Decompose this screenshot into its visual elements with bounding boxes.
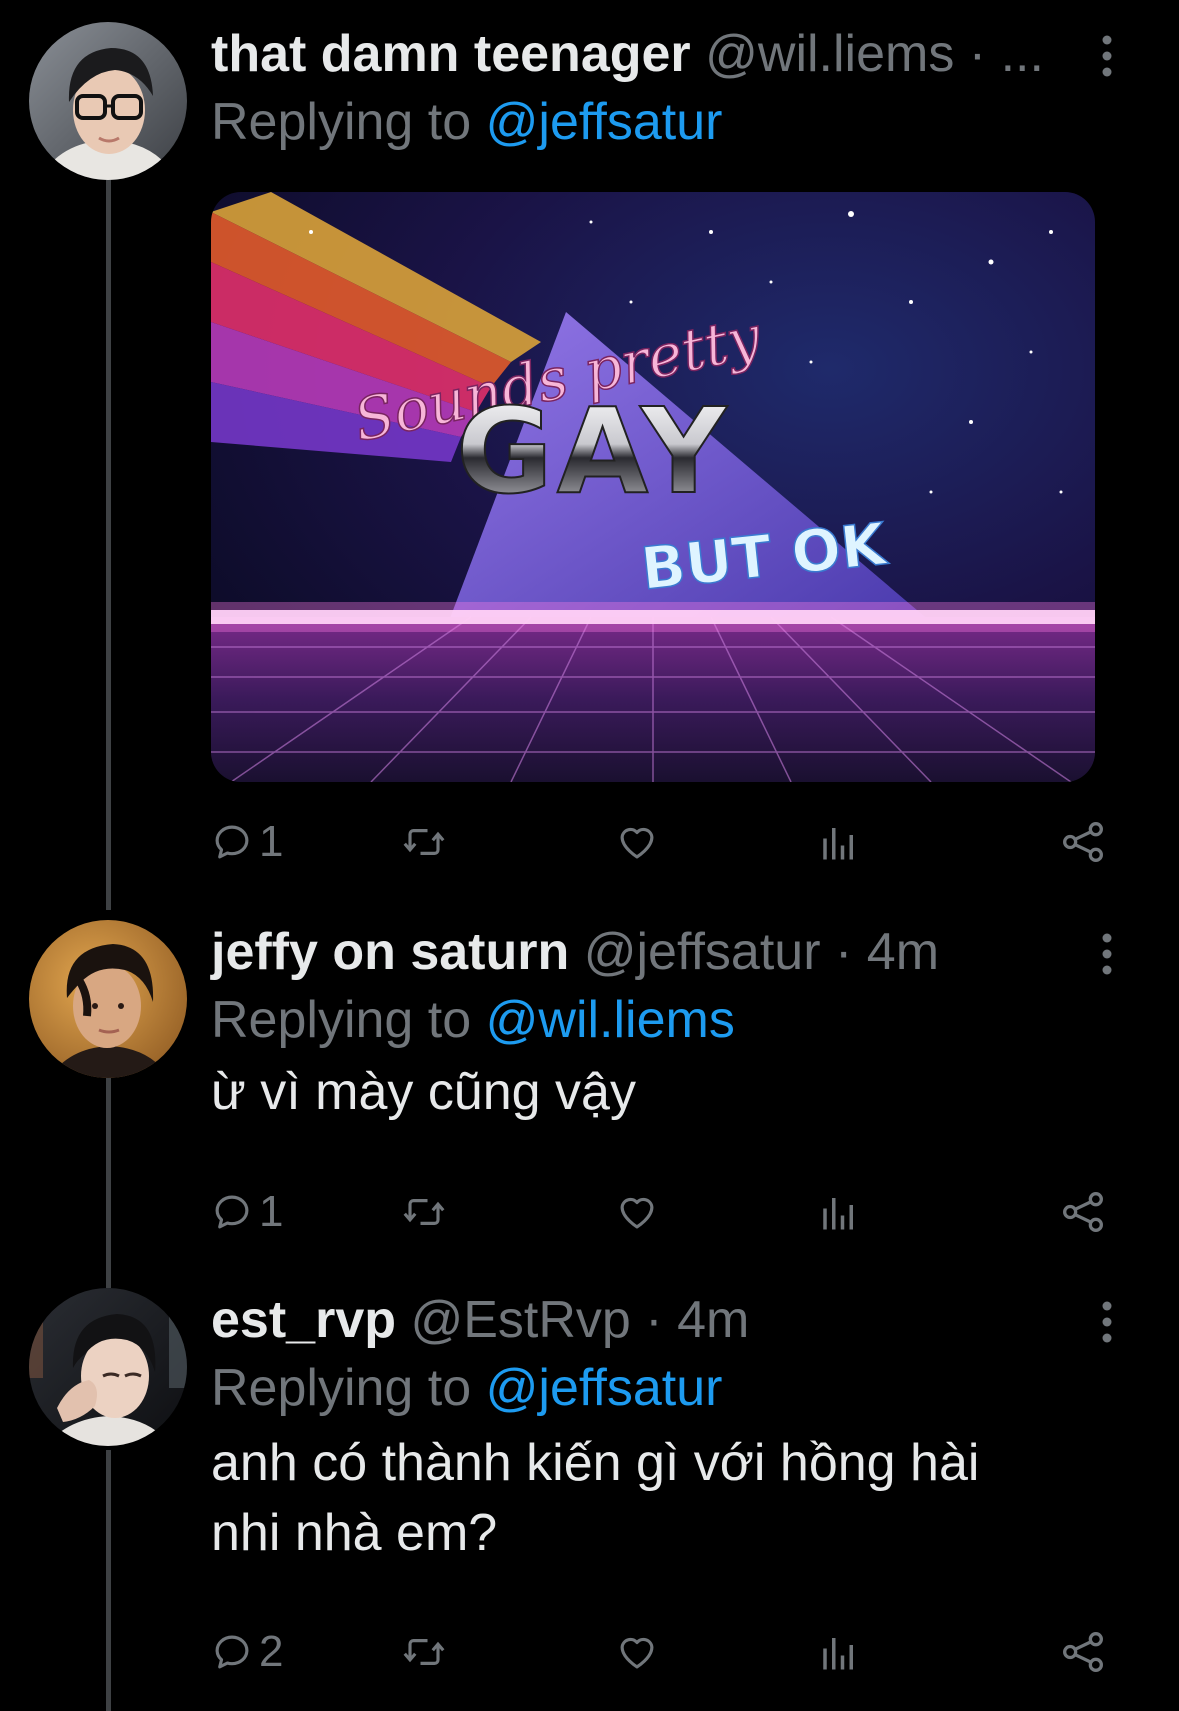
retweet-button[interactable] <box>401 812 447 872</box>
reply-icon <box>215 1635 249 1669</box>
mention-link[interactable]: @jeffsatur <box>486 93 723 151</box>
share-button[interactable] <box>1061 1622 1105 1682</box>
tweet-header: jeffy on saturn @jeffsatur · 4m <box>211 920 939 984</box>
tweet-actions: 2 <box>211 1622 1111 1682</box>
like-button[interactable] <box>615 1622 659 1682</box>
like-button[interactable] <box>615 812 659 872</box>
retweet-icon <box>403 829 445 855</box>
retweet-button[interactable] <box>401 1622 447 1682</box>
tweet-text: anh có thành kiến gì với hồng hài nhi nh… <box>211 1434 980 1562</box>
replying-to: Replying to @jeffsatur <box>211 1356 722 1420</box>
views-icon <box>823 828 853 860</box>
separator-dot: · <box>968 25 987 83</box>
handle[interactable]: @jeffsatur <box>584 923 821 981</box>
replying-prefix: Replying to <box>211 93 472 151</box>
share-icon <box>1063 1192 1103 1232</box>
tweet-actions: 1 <box>211 1182 1111 1242</box>
tweet-actions: 1 <box>211 812 1111 872</box>
reply-button[interactable]: 1 <box>211 812 283 872</box>
share-button[interactable] <box>1061 1182 1105 1242</box>
avatar[interactable] <box>29 22 187 180</box>
reply-count: 1 <box>259 817 284 866</box>
reply-button[interactable]: 1 <box>211 1182 283 1242</box>
reply-button[interactable]: 2 <box>211 1622 283 1682</box>
more-icon[interactable] <box>1087 932 1127 976</box>
views-icon <box>823 1638 853 1670</box>
avatar[interactable] <box>29 1288 187 1446</box>
heart-icon <box>620 827 654 859</box>
retweet-button[interactable] <box>401 1182 447 1242</box>
timestamp[interactable]: 4m <box>677 1291 749 1349</box>
avatar[interactable] <box>29 920 187 1078</box>
views-button[interactable] <box>819 1622 859 1682</box>
tweet-header: that damn teenager @wil.liems · ... <box>211 22 1044 86</box>
mention-link[interactable]: @wil.liems <box>486 991 735 1049</box>
views-button[interactable] <box>819 812 859 872</box>
reply-count: 1 <box>259 1187 284 1236</box>
handle[interactable]: @EstRvp <box>410 1291 630 1349</box>
more-icon[interactable] <box>1087 1300 1127 1344</box>
separator-dot: · <box>645 1291 663 1349</box>
timestamp[interactable]: ... <box>1001 25 1044 83</box>
views-button[interactable] <box>819 1182 859 1242</box>
handle[interactable]: @wil.liems <box>705 25 954 83</box>
display-name[interactable]: est_rvp <box>211 1291 396 1349</box>
heart-icon <box>620 1637 654 1669</box>
reply-icon <box>215 1195 249 1229</box>
timestamp[interactable]: 4m <box>867 923 939 981</box>
replying-to: Replying to @jeffsatur <box>211 90 722 154</box>
heart-icon <box>620 1197 654 1229</box>
like-button[interactable] <box>615 1182 659 1242</box>
display-name[interactable]: jeffy on saturn <box>211 923 569 981</box>
separator-dot: · <box>835 923 853 981</box>
tweet-header: est_rvp @EstRvp · 4m <box>211 1288 749 1352</box>
meme-text-line2: GAY <box>456 382 730 520</box>
reply-count: 2 <box>259 1627 284 1676</box>
share-icon <box>1063 822 1103 862</box>
mention-link[interactable]: @jeffsatur <box>486 1359 723 1417</box>
share-button[interactable] <box>1061 812 1105 872</box>
replying-prefix: Replying to <box>211 991 472 1049</box>
share-icon <box>1063 1632 1103 1672</box>
tweet-text: ừ vì mày cũng vậy <box>211 1063 636 1121</box>
tweet[interactable]: that damn teenager @wil.liems · ... Repl… <box>0 0 1179 900</box>
reply-icon <box>215 825 249 859</box>
display-name[interactable]: that damn teenager <box>211 25 691 83</box>
replying-to: Replying to @wil.liems <box>211 988 735 1052</box>
tweet[interactable]: est_rvp @EstRvp · 4m Replying to @jeffsa… <box>0 1280 1179 1711</box>
replying-prefix: Replying to <box>211 1359 472 1417</box>
retweet-icon <box>403 1639 445 1665</box>
retweet-icon <box>403 1199 445 1225</box>
more-icon[interactable] <box>1087 34 1127 78</box>
tweet[interactable]: jeffy on saturn @jeffsatur · 4m Replying… <box>0 910 1179 1270</box>
tweet-media-image[interactable]: Sounds pretty GAY BUT OK <box>211 192 1095 782</box>
views-icon <box>823 1198 853 1230</box>
